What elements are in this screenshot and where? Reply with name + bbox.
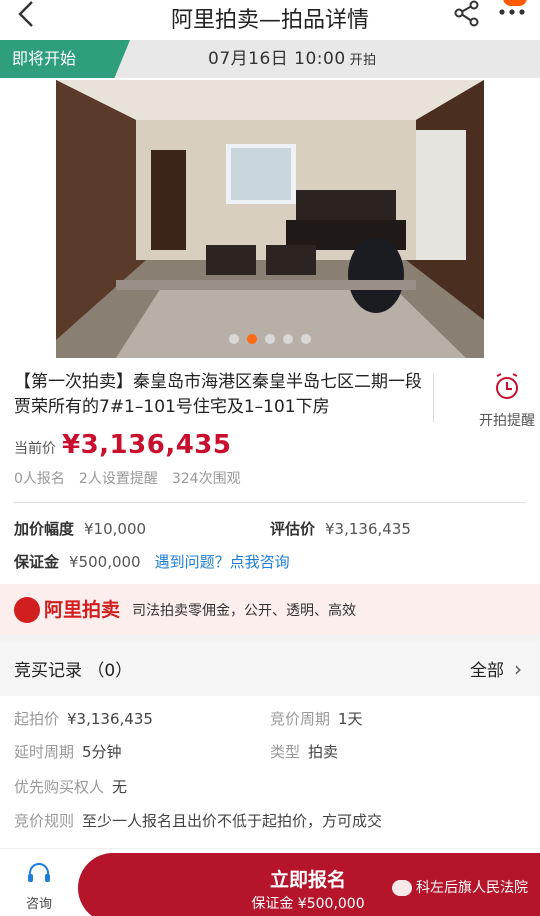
court-watermark: 科左后旗人民法院 — [392, 877, 528, 897]
brand-slogan: 司法拍卖零佣金，公开、透明、高效 — [132, 603, 356, 619]
current-price: ¥3,136,435 — [62, 430, 232, 460]
bid-records-title: 竞买记录 （0） — [14, 661, 133, 681]
start-price-value: ¥3,136,435 — [67, 710, 153, 728]
start-time-suffix: 开拍 — [349, 53, 377, 68]
ali-auction-logo-icon — [14, 597, 40, 623]
bid-records-header[interactable]: 竞买记录 （0） 全部 › — [0, 642, 540, 696]
appraisal-value: ¥3,136,435 — [325, 520, 411, 538]
auction-status-strip: 即将开始 07月16日 10:00 开拍 — [0, 40, 540, 78]
increment-value: ¥10,000 — [84, 520, 147, 538]
type-row: 类型 拍卖 — [270, 741, 338, 762]
increment-row: 加价幅度 ¥10,000 — [14, 518, 146, 539]
consult-label: 咨询 — [25, 897, 52, 912]
start-reminder-button[interactable]: 开拍提醒 — [472, 372, 540, 430]
view-count: 324次围观 — [171, 471, 241, 487]
priority-buyer-label: 优先购买权人 — [14, 778, 105, 796]
auction-details: 起拍价 ¥3,136,435 竞价周期 1天 延时周期 5分钟 类型 拍卖 优先购买权人… — [0, 696, 540, 848]
chevron-right-icon: › — [514, 657, 522, 681]
start-time-value: 07月16日 10:00 — [208, 49, 346, 69]
share-button[interactable] — [452, 0, 482, 30]
property-photo[interactable] — [56, 80, 484, 358]
delay-cycle-row: 延时周期 5分钟 — [14, 741, 122, 762]
watermark-text: 科左后旗人民法院 — [416, 880, 528, 896]
bottom-action-bar: 咨询 立即报名 保证金 ¥500,000 科左后旗人民法院 — [0, 848, 540, 916]
carousel-dots — [0, 329, 540, 348]
wechat-icon — [392, 880, 412, 896]
carousel-dot[interactable] — [283, 334, 293, 344]
bid-cycle-value: 1天 — [338, 710, 363, 728]
view-all-records-link[interactable]: 全部 › — [470, 656, 522, 681]
auction-start-time: 07月16日 10:00 开拍 — [208, 40, 377, 80]
photo-gallery[interactable] — [0, 78, 540, 360]
deposit-value: ¥500,000 — [69, 553, 141, 571]
nav-bar: 阿里拍卖—拍品详情 — [0, 0, 540, 40]
reminder-count: 2人设置提醒 — [78, 471, 158, 487]
item-title: 【第一次拍卖】秦皇岛市海港区秦皇半岛七区二期一段贾荣所有的7#1–101号住宅及… — [14, 372, 422, 417]
deposit-row: 保证金 ¥500,000 遇到问题？点我咨询 — [14, 551, 290, 572]
bid-rule-value: 至少一人报名且出价不低于起拍价，方可成交 — [82, 812, 383, 830]
headset-icon — [28, 863, 50, 882]
type-label: 类型 — [270, 743, 301, 761]
bid-rule-label: 竞价规则 — [14, 812, 75, 830]
brand-name: 阿里拍卖 — [44, 599, 121, 621]
appraisal-row: 评估价 ¥3,136,435 — [270, 518, 411, 539]
carousel-dot[interactable] — [229, 334, 239, 344]
appraisal-label: 评估价 — [270, 520, 316, 538]
engagement-counts: 0人报名 2人设置提醒 324次围观 — [14, 468, 255, 488]
divider — [14, 502, 526, 503]
priority-buyer-row: 优先购买权人无 — [14, 776, 127, 797]
more-button[interactable] — [496, 0, 528, 24]
carousel-dot[interactable] — [301, 334, 311, 344]
alarm-clock-icon — [496, 373, 518, 399]
start-price-label: 起拍价 — [14, 710, 60, 728]
start-price-row: 起拍价 ¥3,136,435 — [14, 708, 153, 729]
price-label: 当前价 — [14, 441, 56, 457]
view-all-label: 全部 — [470, 661, 504, 681]
delay-cycle-label: 延时周期 — [14, 743, 75, 761]
bid-rule-row: 竞价规则 至少一人报名且出价不低于起拍价，方可成交 — [14, 810, 382, 831]
increment-label: 加价幅度 — [14, 520, 75, 538]
status-badge: 即将开始 — [0, 40, 130, 78]
reminder-label: 开拍提醒 — [479, 413, 535, 429]
carousel-dot-active[interactable] — [247, 334, 257, 344]
deposit-label: 保证金 — [14, 553, 60, 571]
brand-banner: 阿里拍卖 司法拍卖零佣金，公开、透明、高效 — [0, 584, 540, 634]
signup-count: 0人报名 — [14, 471, 65, 487]
type-value: 拍卖 — [308, 743, 339, 761]
bid-cycle-row: 竞价周期 1天 — [270, 708, 363, 729]
current-price-row: 当前价 ¥3,136,435 — [14, 430, 231, 464]
delay-cycle-value: 5分钟 — [82, 743, 122, 761]
divider — [433, 374, 434, 422]
share-icon — [454, 0, 479, 27]
consult-button[interactable]: 咨询 — [14, 861, 64, 912]
more-dots-icon — [499, 9, 525, 15]
carousel-dot[interactable] — [265, 334, 275, 344]
bid-cycle-label: 竞价周期 — [270, 710, 331, 728]
priority-buyer-value: 无 — [112, 778, 128, 796]
item-info-section: 【第一次拍卖】秦皇岛市海港区秦皇半岛七区二期一段贾荣所有的7#1–101号住宅及… — [0, 360, 540, 584]
help-consult-link[interactable]: 遇到问题？点我咨询 — [155, 553, 290, 571]
